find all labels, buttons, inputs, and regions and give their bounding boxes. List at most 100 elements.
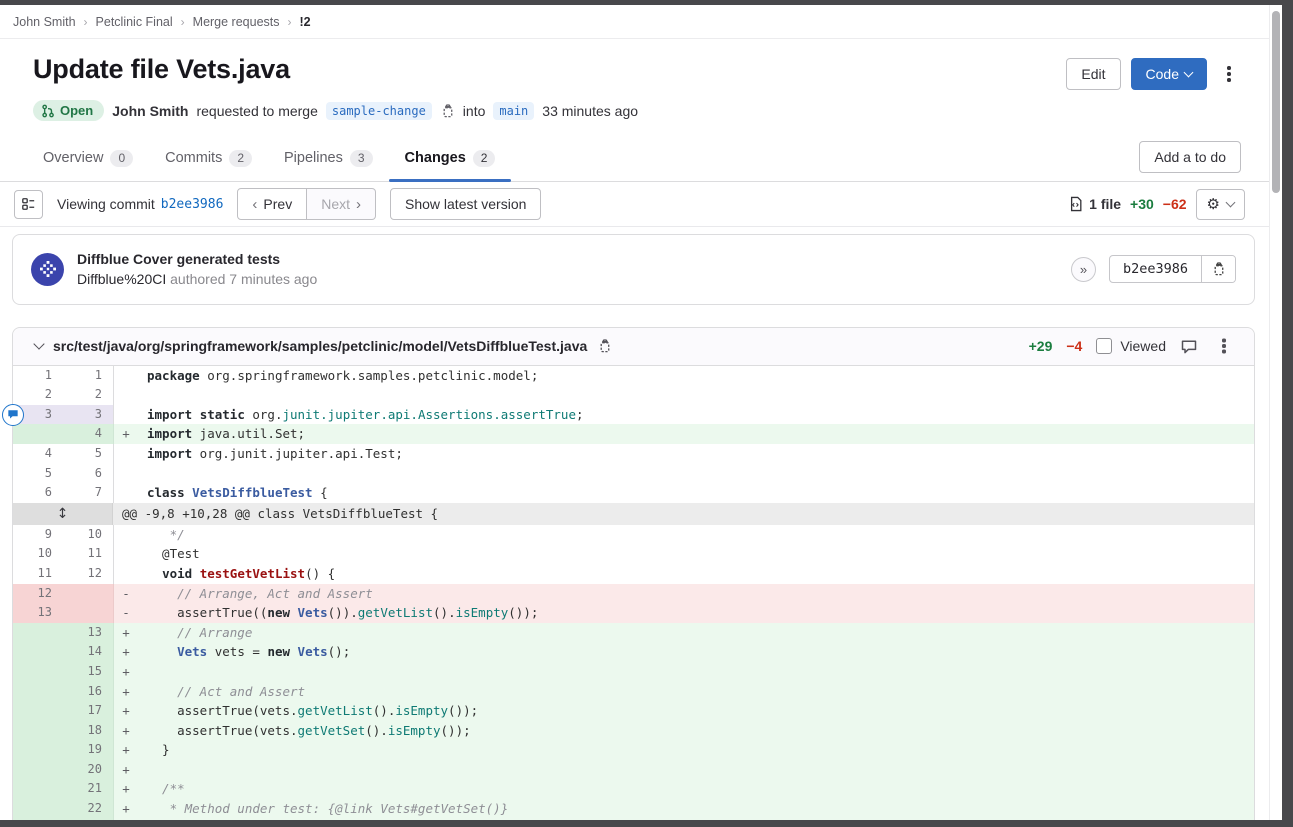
viewed-checkbox[interactable] — [1096, 338, 1112, 354]
new-line-number[interactable] — [63, 584, 113, 604]
tab-overview[interactable]: Overview0 — [27, 142, 149, 181]
new-line-number[interactable]: 21 — [63, 779, 113, 799]
commit-authored-text: authored 7 minutes ago — [170, 271, 317, 287]
old-line-number[interactable]: 13 — [13, 603, 63, 623]
copy-file-path-icon[interactable] — [597, 338, 612, 354]
code-line: import org.junit.jupiter.api.Test; — [138, 444, 1254, 464]
tab-count-badge: 0 — [110, 150, 133, 167]
breadcrumb-item[interactable]: Merge requests — [193, 15, 280, 29]
old-line-number[interactable] — [13, 740, 63, 760]
old-line-number[interactable] — [13, 623, 63, 643]
add-todo-button[interactable]: Add a to do — [1139, 141, 1241, 173]
viewing-commit-sha-link[interactable]: b2ee3986 — [161, 197, 224, 212]
code-line: } — [138, 740, 1254, 760]
old-line-number[interactable]: 5 — [13, 464, 63, 484]
breadcrumb-item[interactable]: Petclinic Final — [96, 15, 173, 29]
new-line-number[interactable]: 4 — [63, 424, 113, 444]
old-line-number[interactable] — [13, 701, 63, 721]
old-line-number[interactable] — [13, 424, 63, 444]
next-commit-button[interactable]: Next › — [307, 188, 376, 220]
old-line-number[interactable] — [13, 682, 63, 702]
breadcrumb-item[interactable]: !2 — [300, 15, 311, 29]
mr-tabs: Overview0Commits2Pipelines3Changes2 — [27, 142, 511, 181]
mr-author: John Smith — [112, 103, 188, 119]
expand-lines-icon[interactable]: ↕ — [57, 503, 69, 525]
old-line-number[interactable] — [13, 662, 63, 682]
tab-pipelines[interactable]: Pipelines3 — [268, 142, 389, 181]
more-actions-kebab-icon[interactable] — [1217, 58, 1241, 90]
scrollbar[interactable] — [1269, 5, 1282, 820]
target-branch-chip[interactable]: main — [493, 102, 534, 120]
breadcrumb: John Smith›Petclinic Final›Merge request… — [0, 5, 1269, 39]
diff-row: 11package org.springframework.samples.pe… — [13, 366, 1254, 386]
hunk-header: @@ -9,8 +10,28 @@ class VetsDiffblueTest… — [113, 503, 1254, 525]
file-options-kebab-icon[interactable] — [1212, 330, 1236, 362]
diff-marker: + — [114, 721, 138, 741]
old-line-number[interactable] — [13, 779, 63, 799]
source-branch-chip[interactable]: sample-change — [326, 102, 432, 120]
new-line-number[interactable]: 19 — [63, 740, 113, 760]
old-line-number[interactable] — [13, 799, 63, 819]
old-line-number[interactable]: 12 — [13, 584, 63, 604]
file-tree-toggle-icon[interactable] — [14, 190, 43, 219]
scrollbar-thumb[interactable] — [1272, 11, 1280, 193]
new-line-number[interactable]: 17 — [63, 701, 113, 721]
prev-commit-button[interactable]: ‹ Prev — [237, 188, 307, 220]
old-line-number[interactable] — [13, 760, 63, 780]
code-line: */ — [138, 525, 1254, 545]
diff-settings-button[interactable]: ⚙ — [1196, 189, 1245, 220]
diff-row: 15+ — [13, 662, 1254, 682]
tab-commits[interactable]: Commits2 — [149, 142, 268, 181]
new-line-number[interactable]: 22 — [63, 799, 113, 819]
line-comment-icon[interactable] — [2, 404, 24, 426]
new-line-number[interactable]: 3 — [63, 405, 113, 425]
gear-icon: ⚙ — [1207, 197, 1220, 212]
new-line-number[interactable]: 14 — [63, 642, 113, 662]
diff-marker — [114, 444, 138, 464]
new-line-number[interactable]: 5 — [63, 444, 113, 464]
new-line-number[interactable]: 13 — [63, 623, 113, 643]
new-line-number[interactable]: 2 — [63, 385, 113, 405]
new-line-number[interactable]: 18 — [63, 721, 113, 741]
new-line-number[interactable]: 16 — [63, 682, 113, 702]
diff-marker: + — [114, 662, 138, 682]
diff-row: 21+ /** — [13, 779, 1254, 799]
diff-expand-row: ↕ @@ -9,8 +10,28 @@ class VetsDiffblueTes… — [13, 503, 1254, 525]
old-line-number[interactable]: 10 — [13, 544, 63, 564]
comment-icon[interactable] — [1180, 338, 1198, 355]
old-line-number[interactable]: 2 — [13, 385, 63, 405]
copy-commit-sha-icon[interactable] — [1201, 256, 1235, 282]
new-line-number[interactable]: 7 — [63, 483, 113, 503]
breadcrumb-separator-icon: › — [84, 15, 88, 29]
copy-branch-icon[interactable] — [440, 103, 455, 119]
new-line-number[interactable]: 1 — [63, 366, 113, 386]
old-line-number[interactable]: 11 — [13, 564, 63, 584]
new-line-number[interactable]: 12 — [63, 564, 113, 584]
old-line-number[interactable]: 9 — [13, 525, 63, 545]
tab-label: Commits — [165, 150, 222, 166]
diff-row: 13+ // Arrange — [13, 623, 1254, 643]
old-line-number[interactable] — [13, 642, 63, 662]
file-path[interactable]: src/test/java/org/springframework/sample… — [53, 338, 587, 354]
old-line-number[interactable]: 6 — [13, 483, 63, 503]
code-button[interactable]: Code — [1131, 58, 1207, 90]
breadcrumb-item[interactable]: John Smith — [13, 15, 76, 29]
diff-marker: + — [114, 424, 138, 444]
old-line-number[interactable]: 1 — [13, 366, 63, 386]
tab-changes[interactable]: Changes2 — [389, 142, 512, 181]
new-line-number[interactable]: 20 — [63, 760, 113, 780]
show-latest-version-button[interactable]: Show latest version — [390, 188, 541, 220]
new-line-number[interactable]: 10 — [63, 525, 113, 545]
new-line-number[interactable]: 6 — [63, 464, 113, 484]
code-line: */ — [138, 819, 1254, 820]
new-line-number[interactable]: 23 — [63, 819, 113, 820]
old-line-number[interactable]: 4 — [13, 444, 63, 464]
expand-icon[interactable]: » — [1071, 257, 1096, 282]
new-line-number[interactable]: 15 — [63, 662, 113, 682]
collapse-file-icon[interactable] — [33, 338, 44, 349]
old-line-number[interactable] — [13, 819, 63, 820]
new-line-number[interactable]: 11 — [63, 544, 113, 564]
old-line-number[interactable] — [13, 721, 63, 741]
edit-button[interactable]: Edit — [1066, 58, 1120, 90]
new-line-number[interactable] — [63, 603, 113, 623]
